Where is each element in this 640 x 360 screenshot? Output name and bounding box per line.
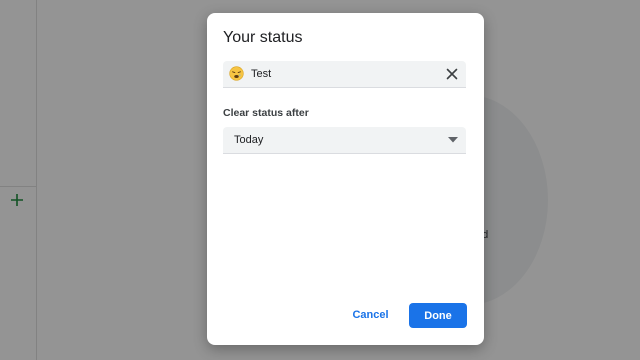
cancel-button[interactable]: Cancel (343, 303, 398, 327)
close-icon[interactable] (444, 66, 460, 82)
clear-after-select[interactable]: Today (223, 127, 466, 154)
dropdown-arrow-icon[interactable] (448, 137, 458, 143)
done-button[interactable]: Done (409, 303, 467, 328)
clear-after-selected-value[interactable]: Today (234, 134, 263, 146)
clear-after-label: Clear status after (223, 107, 309, 119)
status-text[interactable]: Test (251, 68, 271, 80)
page: ed Your status Test Clear status after T… (0, 0, 640, 360)
status-input[interactable]: Test (223, 61, 466, 88)
dialog-title: Your status (223, 29, 303, 46)
status-dialog: Your status Test Clear status after Toda… (207, 13, 484, 345)
tired-face-emoji-icon[interactable] (229, 66, 244, 81)
